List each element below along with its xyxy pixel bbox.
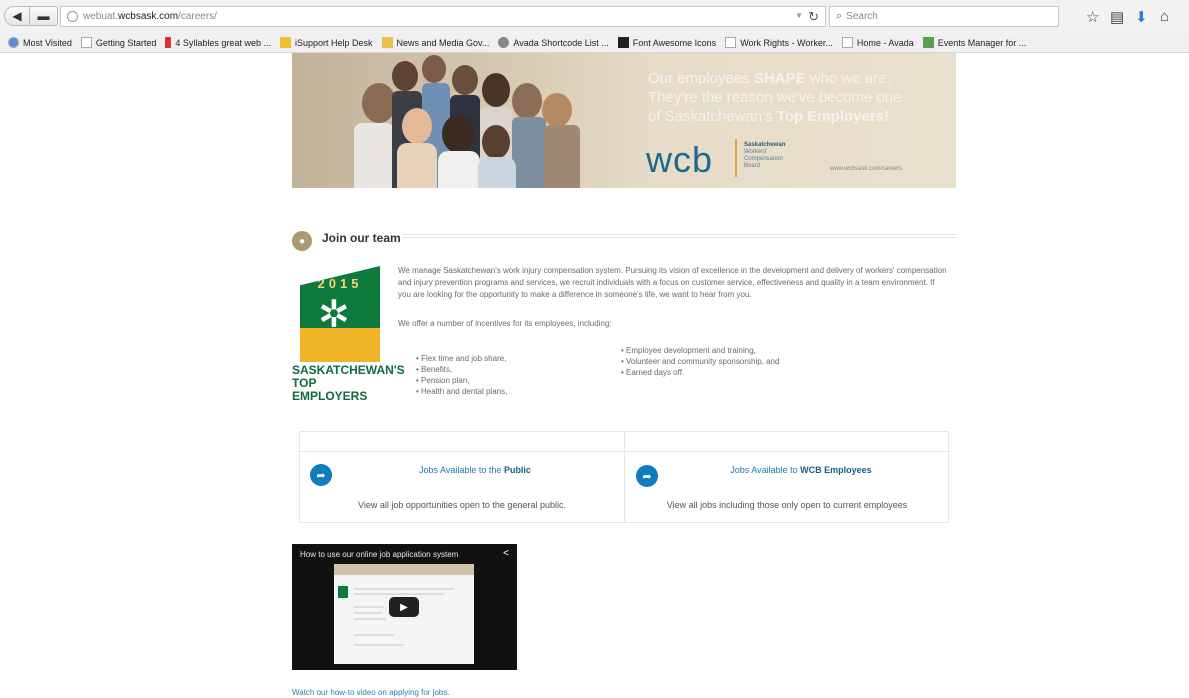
browser-toolbar: ◀ ▬ webuat. wcbsask.com/careers/ ▼ ↻ ⌕ Se… <box>0 0 1189 33</box>
calendar-icon <box>922 37 934 48</box>
search-input[interactable]: ⌕ Search <box>829 6 1059 27</box>
banner-tagline: Our employees SHAPE who we are. They're … <box>648 70 902 125</box>
section-divider <box>402 234 956 238</box>
share-icon[interactable]: ➦ <box>636 465 658 487</box>
employees-photo <box>292 53 622 188</box>
bottle-icon <box>165 37 172 48</box>
bookmark-item[interactable]: Events Manager for ... <box>922 37 1026 48</box>
list-item: Pension plan, <box>416 375 507 386</box>
search-placeholder: Search <box>846 11 878 22</box>
list-item: Volunteer and community sponsorship, and <box>621 356 779 367</box>
reload-icon[interactable]: ↻ <box>808 9 819 25</box>
url-bar[interactable]: webuat. wcbsask.com/careers/ ▼ ↻ <box>60 6 826 27</box>
bookmark-item[interactable]: News and Media Gov... <box>381 37 489 48</box>
page-icon <box>80 37 92 48</box>
jobs-wcb-link[interactable]: Jobs Available to WCB Employees <box>666 465 936 475</box>
site-identity-button[interactable]: ▬ <box>30 6 58 26</box>
bookmark-item[interactable]: Font Awesome Icons <box>617 37 716 48</box>
flag-icon <box>617 37 629 48</box>
star-icon <box>279 37 291 48</box>
bookmark-item[interactable]: Work Rights - Worker... <box>725 37 833 48</box>
bookmark-item[interactable]: Getting Started <box>80 37 156 48</box>
award-name: SASKATCHEWAN'S TOP EMPLOYERS <box>292 363 405 403</box>
chat-bubble-icon: ● <box>292 231 312 251</box>
section-title: Join our team <box>322 231 401 245</box>
avada-icon <box>498 37 510 48</box>
bookmarks-menu-icon[interactable]: ▤ <box>1110 8 1124 26</box>
bookmark-item[interactable]: Avada Shortcode List ... <box>498 37 609 48</box>
bookmark-item[interactable]: Most Visited <box>8 37 72 48</box>
wcb-logo: wcb <box>646 139 714 180</box>
list-item: Health and dental plans, <box>416 386 507 397</box>
play-icon[interactable]: ▶ <box>389 597 419 617</box>
jobs-public-link[interactable]: Jobs Available to the Public <box>340 465 610 475</box>
jobs-panel: ➦ Jobs Available to the Public View all … <box>299 431 949 523</box>
video-title[interactable]: How to use our online job application sy… <box>300 550 458 559</box>
share-icon[interactable]: < <box>503 548 509 559</box>
list-item: Earned days off. <box>621 367 779 378</box>
banner-top-employers: Top Employers! <box>776 108 890 125</box>
top-employers-logo: 2015 ✲ <box>300 266 380 362</box>
back-button[interactable]: ◀ <box>4 6 30 26</box>
page-icon <box>725 37 737 48</box>
search-icon: ⌕ <box>836 10 843 22</box>
banner-shape-word: SHAPE <box>753 70 806 87</box>
briefcase-icon: ▬ <box>37 9 50 23</box>
list-item: Flex time and job share, <box>416 353 507 364</box>
incentives-intro: We offer a number of incentives for its … <box>398 319 612 328</box>
logo-divider <box>735 139 737 177</box>
page-icon <box>841 37 853 48</box>
gov-icon <box>381 37 393 48</box>
jobs-public-description: View all job opportunities open to the g… <box>358 500 566 510</box>
list-item: Benefits, <box>416 364 507 375</box>
incentives-list-right: Employee development and training, Volun… <box>621 345 779 378</box>
video-help-link[interactable]: Watch our how-to video on applying for j… <box>292 688 450 697</box>
home-icon[interactable]: ⌂ <box>1160 8 1169 25</box>
share-icon[interactable]: ➦ <box>310 464 332 486</box>
bookmark-item[interactable]: iSupport Help Desk <box>279 37 373 48</box>
globe-icon <box>67 11 78 22</box>
list-item: Employee development and training, <box>621 345 779 356</box>
download-icon[interactable]: ⬇ <box>1135 8 1148 26</box>
bookmark-star-icon[interactable]: ☆ <box>1086 8 1099 26</box>
back-arrow-icon: ◀ <box>12 9 22 23</box>
bookmark-item[interactable]: Home - Avada <box>841 37 914 48</box>
award-year: 2015 <box>317 276 363 291</box>
banner-url: www.wcbsask.com/careers <box>830 166 903 172</box>
url-host: wcbsask.com <box>118 11 179 22</box>
wcb-logo-subtitle: Saskatchewan Workers' Compensation Board <box>744 142 786 169</box>
chevron-down-icon[interactable]: ▼ <box>795 11 803 20</box>
careers-banner: Our employees SHAPE who we are. They're … <box>292 53 956 188</box>
incentives-list-left: Flex time and job share, Benefits, Pensi… <box>416 353 507 397</box>
lily-icon: ✲ <box>318 294 350 336</box>
video-player[interactable]: How to use our online job application sy… <box>292 544 517 670</box>
jobs-wcb-description: View all jobs including those only open … <box>666 500 908 510</box>
bookmarks-toolbar: Most Visited Getting Started 4 Syllables… <box>0 33 1189 53</box>
bookmark-item[interactable]: 4 Syllables great web ... <box>165 37 271 48</box>
url-prefix: webuat. <box>83 11 119 22</box>
intro-paragraph: We manage Saskatchewan's work injury com… <box>398 266 947 299</box>
globe-icon <box>8 37 19 48</box>
url-path: /careers/ <box>178 11 217 22</box>
